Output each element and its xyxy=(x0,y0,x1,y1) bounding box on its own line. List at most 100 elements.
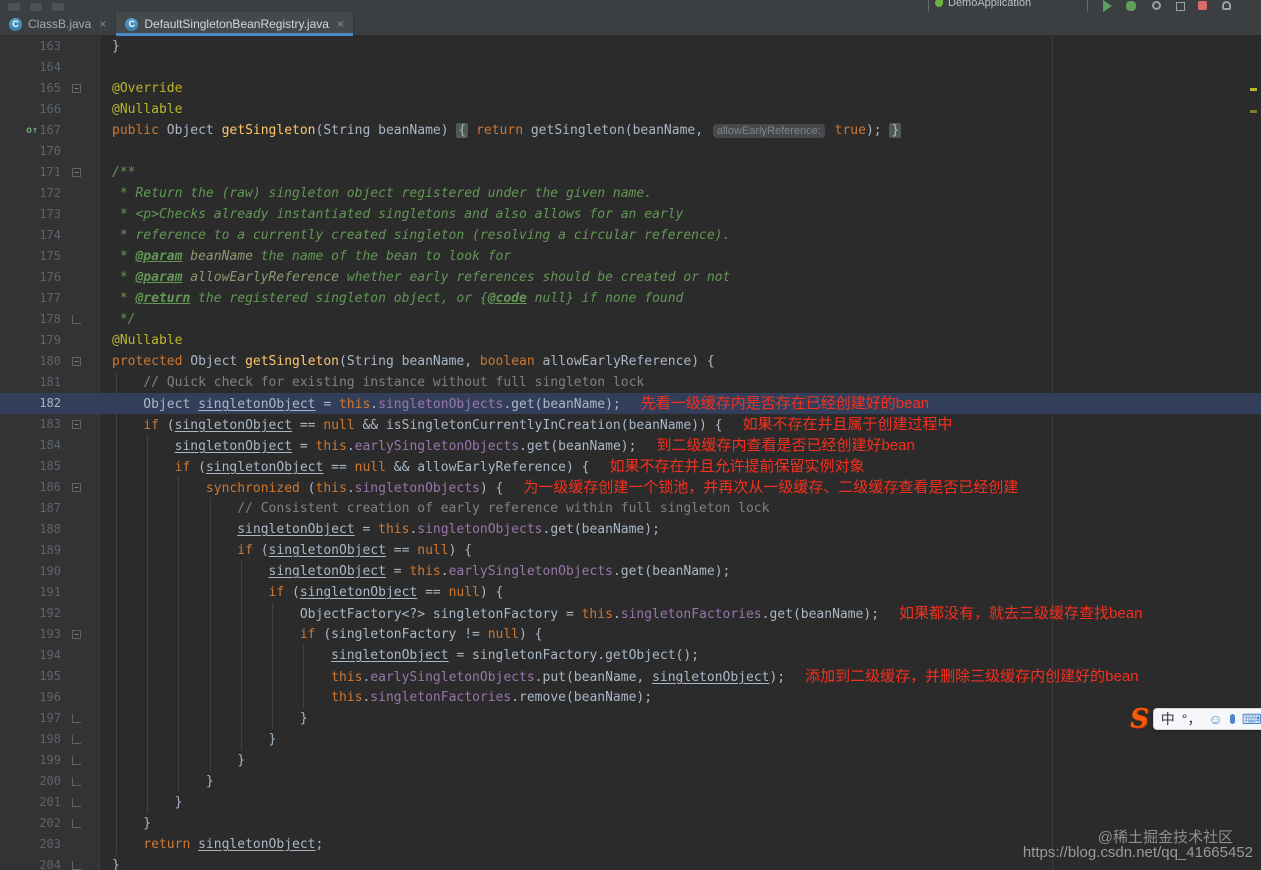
gutter-cell[interactable]: 203 xyxy=(0,834,100,855)
code-line[interactable]: if (singletonObject == null && allowEarl… xyxy=(100,456,1261,477)
grid-icon[interactable] xyxy=(1176,2,1185,11)
code-line[interactable]: } xyxy=(100,729,1261,750)
gutter-cell[interactable]: 164 xyxy=(0,57,100,78)
code-line[interactable]: } xyxy=(100,792,1261,813)
gutter-cell[interactable]: 202 xyxy=(0,813,100,834)
gutter-cell[interactable]: o↑ 167 xyxy=(0,120,100,141)
code-line[interactable]: @Nullable xyxy=(100,99,1261,120)
error-stripe-mark[interactable] xyxy=(1250,110,1257,113)
gutter-cell[interactable]: 170 xyxy=(0,141,100,162)
code-line[interactable] xyxy=(100,57,1261,78)
code-line[interactable]: singletonObject = singletonFactory.getOb… xyxy=(100,645,1261,666)
code-line[interactable]: } xyxy=(100,750,1261,771)
code-line[interactable]: this.earlySingletonObjects.put(beanName,… xyxy=(100,666,1261,687)
code-line[interactable]: if (singletonObject == null) { xyxy=(100,582,1261,603)
ime-keyboard-icon[interactable]: ⌨ xyxy=(1242,711,1261,728)
fold-marker[interactable] xyxy=(72,315,81,324)
fold-marker[interactable]: − xyxy=(72,630,81,639)
code-line[interactable]: @Override xyxy=(100,78,1261,99)
code-line[interactable]: ObjectFactory<?> singletonFactory = this… xyxy=(100,603,1261,624)
code-line[interactable]: synchronized (this.singletonObjects) {为一… xyxy=(100,477,1261,498)
gutter-cell[interactable]: 183 − xyxy=(0,414,100,435)
gutter-cell[interactable]: 190 xyxy=(0,561,100,582)
tab-close-icon[interactable]: × xyxy=(337,17,344,31)
error-stripe-mark[interactable] xyxy=(1250,88,1257,91)
gutter-cell[interactable]: 180 − xyxy=(0,351,100,372)
gutter-cell[interactable]: 198 xyxy=(0,729,100,750)
code-line[interactable]: if (singletonObject == null) { xyxy=(100,540,1261,561)
gutter-cell[interactable]: 187 xyxy=(0,498,100,519)
fold-marker[interactable]: − xyxy=(72,483,81,492)
notifications-icon[interactable] xyxy=(1222,1,1231,10)
ime-mic-icon[interactable] xyxy=(1229,714,1235,724)
override-method-gutter-icon[interactable]: o↑ xyxy=(26,120,38,141)
code-line[interactable]: Object singletonObject = this.singletonO… xyxy=(100,393,1261,414)
tab-close-icon[interactable]: × xyxy=(99,17,106,31)
gutter-cell[interactable]: 185 xyxy=(0,456,100,477)
gutter-cell[interactable]: 192 xyxy=(0,603,100,624)
gutter-cell[interactable]: 186 − xyxy=(0,477,100,498)
code-line[interactable] xyxy=(100,141,1261,162)
gutter-cell[interactable]: 197 xyxy=(0,708,100,729)
fold-marker[interactable] xyxy=(72,819,81,828)
gutter-cell[interactable]: 201 xyxy=(0,792,100,813)
fold-marker[interactable]: − xyxy=(72,84,81,93)
code-line[interactable]: * @return the registered singleton objec… xyxy=(100,288,1261,309)
fold-marker[interactable] xyxy=(72,714,81,723)
fold-marker[interactable] xyxy=(72,777,81,786)
gutter-cell[interactable]: 194 xyxy=(0,645,100,666)
code-line[interactable]: * Return the (raw) singleton object regi… xyxy=(100,183,1261,204)
gutter-cell[interactable]: 184 xyxy=(0,435,100,456)
code-line[interactable]: @Nullable xyxy=(100,330,1261,351)
gutter-cell[interactable]: 193 − xyxy=(0,624,100,645)
ime-punct-indicator[interactable]: °， xyxy=(1182,709,1202,729)
gutter-cell[interactable]: 176 xyxy=(0,267,100,288)
code-line[interactable]: // Consistent creation of early referenc… xyxy=(100,498,1261,519)
run-config-selector[interactable]: DemoApplication xyxy=(928,0,1088,12)
code-line[interactable]: public Object getSingleton(String beanNa… xyxy=(100,120,1261,141)
search-icon[interactable] xyxy=(1152,1,1161,10)
toolbar-icon[interactable] xyxy=(8,3,20,11)
fold-marker[interactable] xyxy=(72,861,81,870)
gutter-cell[interactable]: 174 xyxy=(0,225,100,246)
debug-button[interactable] xyxy=(1126,1,1136,11)
gutter-cell[interactable]: 166 xyxy=(0,99,100,120)
fold-marker[interactable]: − xyxy=(72,168,81,177)
code-line[interactable]: this.singletonFactories.remove(beanName)… xyxy=(100,687,1261,708)
gutter-cell[interactable]: 177 xyxy=(0,288,100,309)
code-line[interactable]: * reference to a currently created singl… xyxy=(100,225,1261,246)
fold-marker[interactable] xyxy=(72,798,81,807)
gutter-cell[interactable]: 178 xyxy=(0,309,100,330)
gutter-cell[interactable]: 171 − xyxy=(0,162,100,183)
editor[interactable]: 163} 164 165− @Override 166 @Nullable o↑ 167 pub… xyxy=(0,36,1261,870)
code-line[interactable]: singletonObject = this.earlySingletonObj… xyxy=(100,435,1261,456)
ime-lang-indicator[interactable]: 中 xyxy=(1161,709,1175,729)
code-line[interactable]: * <p>Checks already instantiated singlet… xyxy=(100,204,1261,225)
code-line[interactable]: } xyxy=(100,771,1261,792)
gutter-cell[interactable]: 182 xyxy=(0,393,100,414)
code-line[interactable]: singletonObject = this.singletonObjects.… xyxy=(100,519,1261,540)
code-line[interactable]: } xyxy=(100,813,1261,834)
fold-marker[interactable] xyxy=(72,735,81,744)
gutter-cell[interactable]: 175 xyxy=(0,246,100,267)
gutter-cell[interactable]: 195 xyxy=(0,666,100,687)
code-line[interactable]: * @param beanName the name of the bean t… xyxy=(100,246,1261,267)
code-line[interactable]: } xyxy=(100,708,1261,729)
gutter-cell[interactable]: 173 xyxy=(0,204,100,225)
editor-tab[interactable]: C ClassB.java × xyxy=(0,12,117,36)
editor-tab[interactable]: C DefaultSingletonBeanRegistry.java × xyxy=(116,12,354,36)
code-line[interactable]: singletonObject = this.earlySingletonObj… xyxy=(100,561,1261,582)
gutter-cell[interactable]: 199 xyxy=(0,750,100,771)
run-button[interactable] xyxy=(1103,0,1112,12)
code-line[interactable]: * @param allowEarlyReference whether ear… xyxy=(100,267,1261,288)
gutter-cell[interactable]: 189 xyxy=(0,540,100,561)
toolbar-icon[interactable] xyxy=(52,3,64,11)
toolbar-icon[interactable] xyxy=(30,3,42,11)
code-line[interactable]: // Quick check for existing instance wit… xyxy=(100,372,1261,393)
gutter-cell[interactable]: 181 xyxy=(0,372,100,393)
ime-emoji-icon[interactable]: ☺ xyxy=(1208,711,1222,727)
gutter-cell[interactable]: 165 − xyxy=(0,78,100,99)
gutter-cell[interactable]: 200 xyxy=(0,771,100,792)
fold-marker[interactable] xyxy=(72,756,81,765)
code-line[interactable]: if (singletonObject == null && isSinglet… xyxy=(100,414,1261,435)
